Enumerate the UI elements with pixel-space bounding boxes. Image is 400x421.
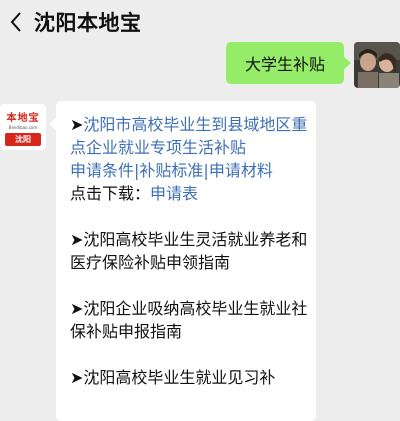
incoming-message-bubble: ➤沈阳市高校毕业生到县域地区重点企业就业专项生活补贴 申请条件|补贴标准|申请材…: [49, 101, 316, 421]
policy-title[interactable]: 沈阳企业吸纳高校毕业生就业社保补贴申报指南: [70, 299, 307, 341]
logo-brand-text: 本地宝: [6, 113, 40, 124]
chevron-left-icon: [10, 12, 21, 32]
bendibao-avatar[interactable]: 本地宝 Bendibao.com 沈阳: [0, 104, 46, 150]
link-application-conditions[interactable]: 申请条件: [70, 161, 134, 180]
user-avatar-image: [354, 42, 400, 88]
link-subsidy-standard[interactable]: 补贴标准: [139, 161, 203, 180]
policy-title[interactable]: 沈阳高校毕业生灵活就业养老和医疗保险补贴申领指南: [70, 230, 307, 272]
logo-city-badge: 沈阳: [5, 133, 41, 146]
chat-header: 沈阳本地宝: [0, 0, 400, 44]
link-application-form[interactable]: 申请表: [150, 184, 198, 203]
policy-link-county-subsidy[interactable]: 沈阳市高校毕业生到县域地区重点企业就业专项生活补贴: [70, 115, 307, 157]
outgoing-message-text: 大学生补贴: [244, 55, 325, 74]
back-button[interactable]: [2, 0, 30, 44]
list-item: ➤沈阳高校毕业生就业见习补: [70, 366, 310, 389]
list-item: ➤沈阳高校毕业生灵活就业养老和医疗保险补贴申领指南: [70, 228, 310, 274]
arrow-icon: ➤: [70, 230, 84, 249]
chat-title: 沈阳本地宝: [34, 11, 142, 35]
arrow-icon: ➤: [70, 115, 84, 134]
download-label: 点击下载：: [70, 184, 151, 203]
logo-url-text: Bendibao.com: [8, 125, 38, 130]
link-application-materials[interactable]: 申请材料: [209, 161, 273, 180]
arrow-icon: ➤: [70, 299, 84, 318]
list-item: ➤沈阳企业吸纳高校毕业生就业社保补贴申报指南: [70, 297, 310, 343]
outgoing-message-bubble[interactable]: 大学生补贴: [226, 42, 351, 84]
user-avatar[interactable]: [354, 42, 400, 88]
arrow-icon: ➤: [70, 368, 84, 387]
message-content: ➤沈阳市高校毕业生到县域地区重点企业就业专项生活补贴 申请条件|补贴标准|申请材…: [70, 113, 310, 412]
policy-title[interactable]: 沈阳高校毕业生就业见习补: [83, 368, 275, 387]
list-item: ➤沈阳市高校毕业生到县域地区重点企业就业专项生活补贴 申请条件|补贴标准|申请材…: [70, 113, 310, 205]
